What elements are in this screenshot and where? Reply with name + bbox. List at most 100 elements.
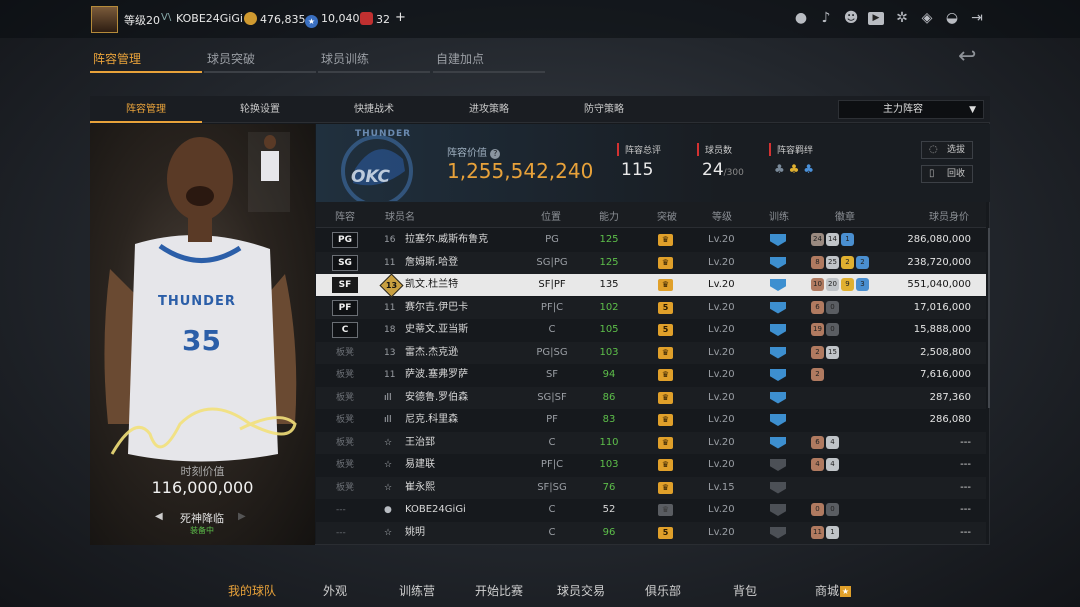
badge-count: 1 [841,233,854,246]
training-shield-icon[interactable] [770,324,786,336]
lineup-dropdown[interactable]: 主力阵容 ▼ [838,100,984,119]
training-shield-icon[interactable] [770,414,786,426]
player-level: Lv.20 [708,369,735,380]
recycle-button[interactable]: ▯ 回收 [921,165,973,183]
exit-icon[interactable]: ⇥ [969,10,985,26]
table-row[interactable]: SF 13 凯文.杜兰特 SF|PF 135 ♛ Lv.20 10 20 9 3 551,040,00… [316,273,986,298]
player-position: C [548,504,556,515]
main-tab-training[interactable]: 球员训练 [318,50,430,72]
player-name: 姚明 [405,526,425,538]
training-shield-icon[interactable] [770,369,786,381]
bond-icons[interactable]: ♣ ♣ ♣ [774,162,814,176]
main-tab-custom[interactable]: 自建加点 [433,50,545,72]
training-shield-icon[interactable] [770,459,786,471]
crown-icon: ♛ [658,391,673,404]
friends-icon[interactable]: ☻ [843,10,859,26]
nav-backpack[interactable]: 背包 [733,582,757,599]
help-icon[interactable]: ? [490,149,501,159]
profile-icon[interactable]: ● [793,10,809,26]
player-name: 崔永熙 [405,481,435,493]
player-ability: 102 [599,301,619,313]
sub-tab-rotation[interactable]: 轮换设置 [204,96,316,123]
table-row[interactable]: 板凳 ☆ 王治郅 C 110 ♛ Lv.20 6 4 --- [316,432,986,454]
crown-icon: ♛ [658,369,673,381]
col-header-breakthrough: 突破 [657,212,677,223]
table-row[interactable]: 板凳 11 萨波.塞弗罗萨 SF 94 ♛ Lv.20 2 7,616,000 [316,364,986,386]
badge-count: 15 [826,345,839,359]
player-position: SF [545,369,559,380]
add-currency-button[interactable]: + [395,10,406,25]
star-outline-icon: ☆ [384,437,393,448]
team-logo-text: OKC [351,167,391,187]
main-tab-lineup[interactable]: 阵容管理 [90,50,202,72]
sub-tab-indicator [90,121,202,123]
nav-shop[interactable]: 商城 ★ [815,582,852,599]
table-row[interactable]: 板凳 ıll 安德鲁.罗伯森 SG|SF 86 ♛ Lv.20 287,360 [316,387,986,409]
player-level: Lv.20 [708,504,735,515]
bench-label: --- [336,527,346,538]
training-shield-icon[interactable] [770,481,786,494]
sub-tab-defense[interactable]: 防守策略 [548,96,660,123]
bench-label: 板凳 [336,392,355,403]
video-icon[interactable]: ▶ [868,12,884,25]
lineup-dropdown-value: 主力阵容 [883,104,923,115]
rank-icon: V\ [161,12,172,23]
table-row[interactable]: 板凳 13 雷杰.杰克逊 PG|SG 103 ♛ Lv.20 2 15 2,508,800 [316,342,986,364]
nav-player-trade[interactable]: 球员交易 [557,582,605,599]
table-header [316,202,986,228]
table-scrollbar[interactable] [988,228,990,408]
select-button[interactable]: ◌ 选拔 [921,141,973,159]
training-shield-icon[interactable] [770,279,786,291]
table-row[interactable]: C 18 史蒂文.亚当斯 C 105 5 Lv.20 19 0 15,888,000 [316,319,986,341]
team-logo-top-text: THUNDER [355,129,412,139]
training-shield-icon[interactable] [770,301,786,314]
nav-start-match[interactable]: 开始比赛 [475,582,523,599]
nav-my-team[interactable]: 我的球队 [228,582,276,599]
crown-icon: ♛ [658,346,673,359]
player-value: 15,888,000 [913,324,971,335]
slot-badge: PG [332,232,358,248]
table-row[interactable]: --- ● KOBE24GiGi C 52 ♛ Lv.20 0 0 --- [316,499,986,521]
table-row[interactable]: SG 11 詹姆斯.哈登 SG|PG 125 ♛ Lv.20 8 25 2 2 238,720,000 [316,252,986,274]
training-shield-icon[interactable] [770,504,786,516]
crown-icon: ♛ [658,256,673,269]
training-shield-icon[interactable] [770,391,786,404]
player-value: 7,616,000 [920,369,971,380]
badge-count: 24 [811,233,824,246]
prev-skill-arrow-icon[interactable]: ◀ [155,511,163,522]
training-shield-icon[interactable] [770,346,786,359]
table-row[interactable]: --- ☆ 姚明 C 96 5 Lv.20 11 1 --- [316,522,986,544]
training-shield-icon[interactable] [770,526,786,539]
table-row[interactable]: 板凳 ıll 尼克.科里森 PF 83 ♛ Lv.20 286,080 [316,409,986,431]
nav-appearance[interactable]: 外观 [323,582,347,599]
next-skill-arrow-icon[interactable]: ▶ [238,511,246,522]
nav-training-camp[interactable]: 训练营 [399,582,435,599]
settings-gear-icon[interactable]: ✲ [894,10,910,26]
player-level: Lv.20 [708,234,735,245]
badge-count: 1 [826,525,839,539]
nav-club[interactable]: 俱乐部 [645,582,681,599]
back-arrow-icon[interactable]: ↩ [958,46,992,68]
shop-star-icon: ★ [840,586,852,597]
table-row[interactable]: 板凳 ☆ 崔永熙 SF|SG 76 ♛ Lv.15 --- [316,477,986,499]
jersey-number: 11 [384,302,396,313]
table-row[interactable]: PG 16 拉塞尔.威斯布鲁克 PG 125 ♛ Lv.20 24 14 1 286,080,000 [316,229,986,251]
training-shield-icon[interactable] [770,436,786,449]
crown-icon: ♛ [658,481,673,494]
notification-bell-icon[interactable]: ♪ [818,10,834,26]
training-shield-icon[interactable] [770,234,786,246]
bench-label: 板凳 [336,370,355,380]
table-row[interactable]: PF 11 赛尔吉.伊巴卡 PF|C 102 5 Lv.20 6 0 17,016,000 [316,297,986,319]
sub-tab-lineup[interactable]: 阵容管理 [90,96,202,123]
badge-count: 2 [811,368,824,381]
moment-value: 116,000,000 [151,478,254,497]
profile-avatar[interactable] [91,6,118,33]
player-name: 史蒂文.亚当斯 [405,324,469,335]
headset-icon[interactable]: ◒ [944,10,960,26]
training-shield-icon[interactable] [770,256,786,269]
sub-tab-offense[interactable]: 进攻策略 [433,96,545,123]
sub-tab-quick-tactics[interactable]: 快捷战术 [318,96,430,123]
table-row[interactable]: 板凳 ☆ 易建联 PF|C 103 ♛ Lv.20 4 4 --- [316,454,986,476]
shield-icon[interactable]: ◈ [919,10,935,26]
main-tab-breakthrough[interactable]: 球员突破 [204,50,316,72]
